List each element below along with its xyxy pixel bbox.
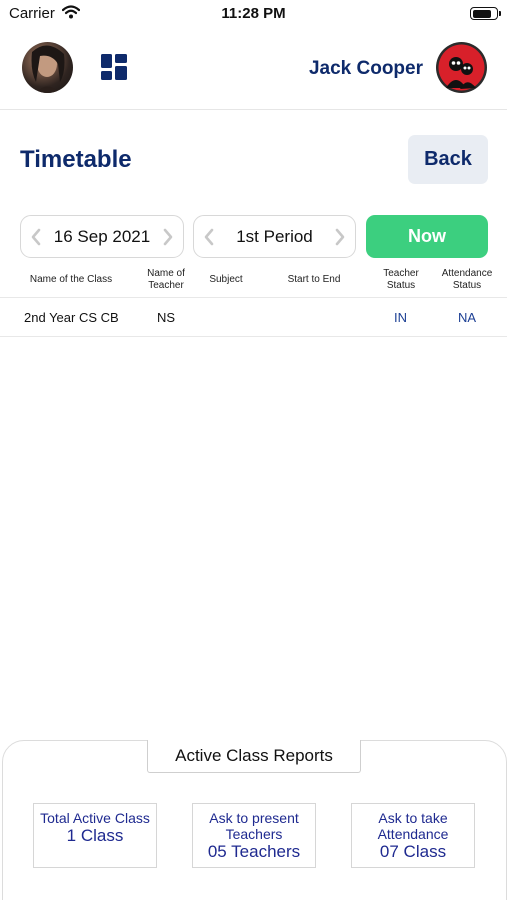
cell-teacher: NS xyxy=(157,310,176,325)
page-title: Timetable xyxy=(20,146,132,173)
user-photo-avatar[interactable] xyxy=(22,42,73,93)
back-button[interactable]: Back xyxy=(408,135,488,184)
card-value: 05 Teachers xyxy=(207,842,301,861)
ask-present-teachers-card[interactable]: Ask to present Teachers 05 Teachers xyxy=(192,803,316,868)
card-value: 1 Class xyxy=(66,826,124,845)
user-name[interactable]: Jack Cooper xyxy=(309,58,423,80)
cartoon-characters-icon xyxy=(438,44,485,91)
cartoon-avatar[interactable] xyxy=(436,42,487,93)
active-class-reports-tab[interactable]: Active Class Reports xyxy=(147,740,361,773)
card-label: Total Active Class xyxy=(40,810,150,826)
now-button[interactable]: Now xyxy=(366,215,488,258)
dashboard-grid-icon[interactable] xyxy=(101,54,127,80)
card-value: 07 Class xyxy=(379,842,447,861)
app-header: Jack Cooper xyxy=(0,30,507,110)
table-row[interactable]: 2nd Year CS CB NS IN NA xyxy=(0,297,507,337)
selected-period: 1st Period xyxy=(236,226,313,246)
card-label: Ask to take Attendance xyxy=(377,810,449,842)
column-header-start-end: Start to End xyxy=(287,274,341,285)
column-header-teacher-status: Teacher Status xyxy=(383,268,419,291)
chevron-right-icon[interactable] xyxy=(163,228,173,246)
date-picker[interactable]: 16 Sep 2021 xyxy=(20,215,184,258)
status-time: 11:28 PM xyxy=(221,5,286,22)
cell-class-name: 2nd Year CS CB xyxy=(24,310,119,325)
cell-teacher-status: IN xyxy=(394,310,407,325)
column-header-class: Name of the Class xyxy=(29,274,113,285)
selected-date: 16 Sep 2021 xyxy=(53,226,151,246)
chevron-left-icon[interactable] xyxy=(204,228,214,246)
status-bar: Carrier 11:28 PM xyxy=(0,0,507,30)
column-header-subject: Subject xyxy=(209,274,243,285)
portrait-icon xyxy=(31,45,65,93)
chevron-left-icon[interactable] xyxy=(31,228,41,246)
cell-attendance-status: NA xyxy=(458,310,477,325)
period-picker[interactable]: 1st Period xyxy=(193,215,356,258)
total-active-class-card[interactable]: Total Active Class 1 Class xyxy=(33,803,157,868)
battery-icon xyxy=(470,7,501,20)
card-label: Ask to present Teachers xyxy=(209,810,299,842)
column-header-attendance-status: Attendance Status xyxy=(441,268,493,291)
chevron-right-icon[interactable] xyxy=(335,228,345,246)
column-header-teacher: Name of Teacher xyxy=(147,268,185,291)
ask-take-attendance-card[interactable]: Ask to take Attendance 07 Class xyxy=(351,803,475,868)
battery-level xyxy=(472,9,492,18)
